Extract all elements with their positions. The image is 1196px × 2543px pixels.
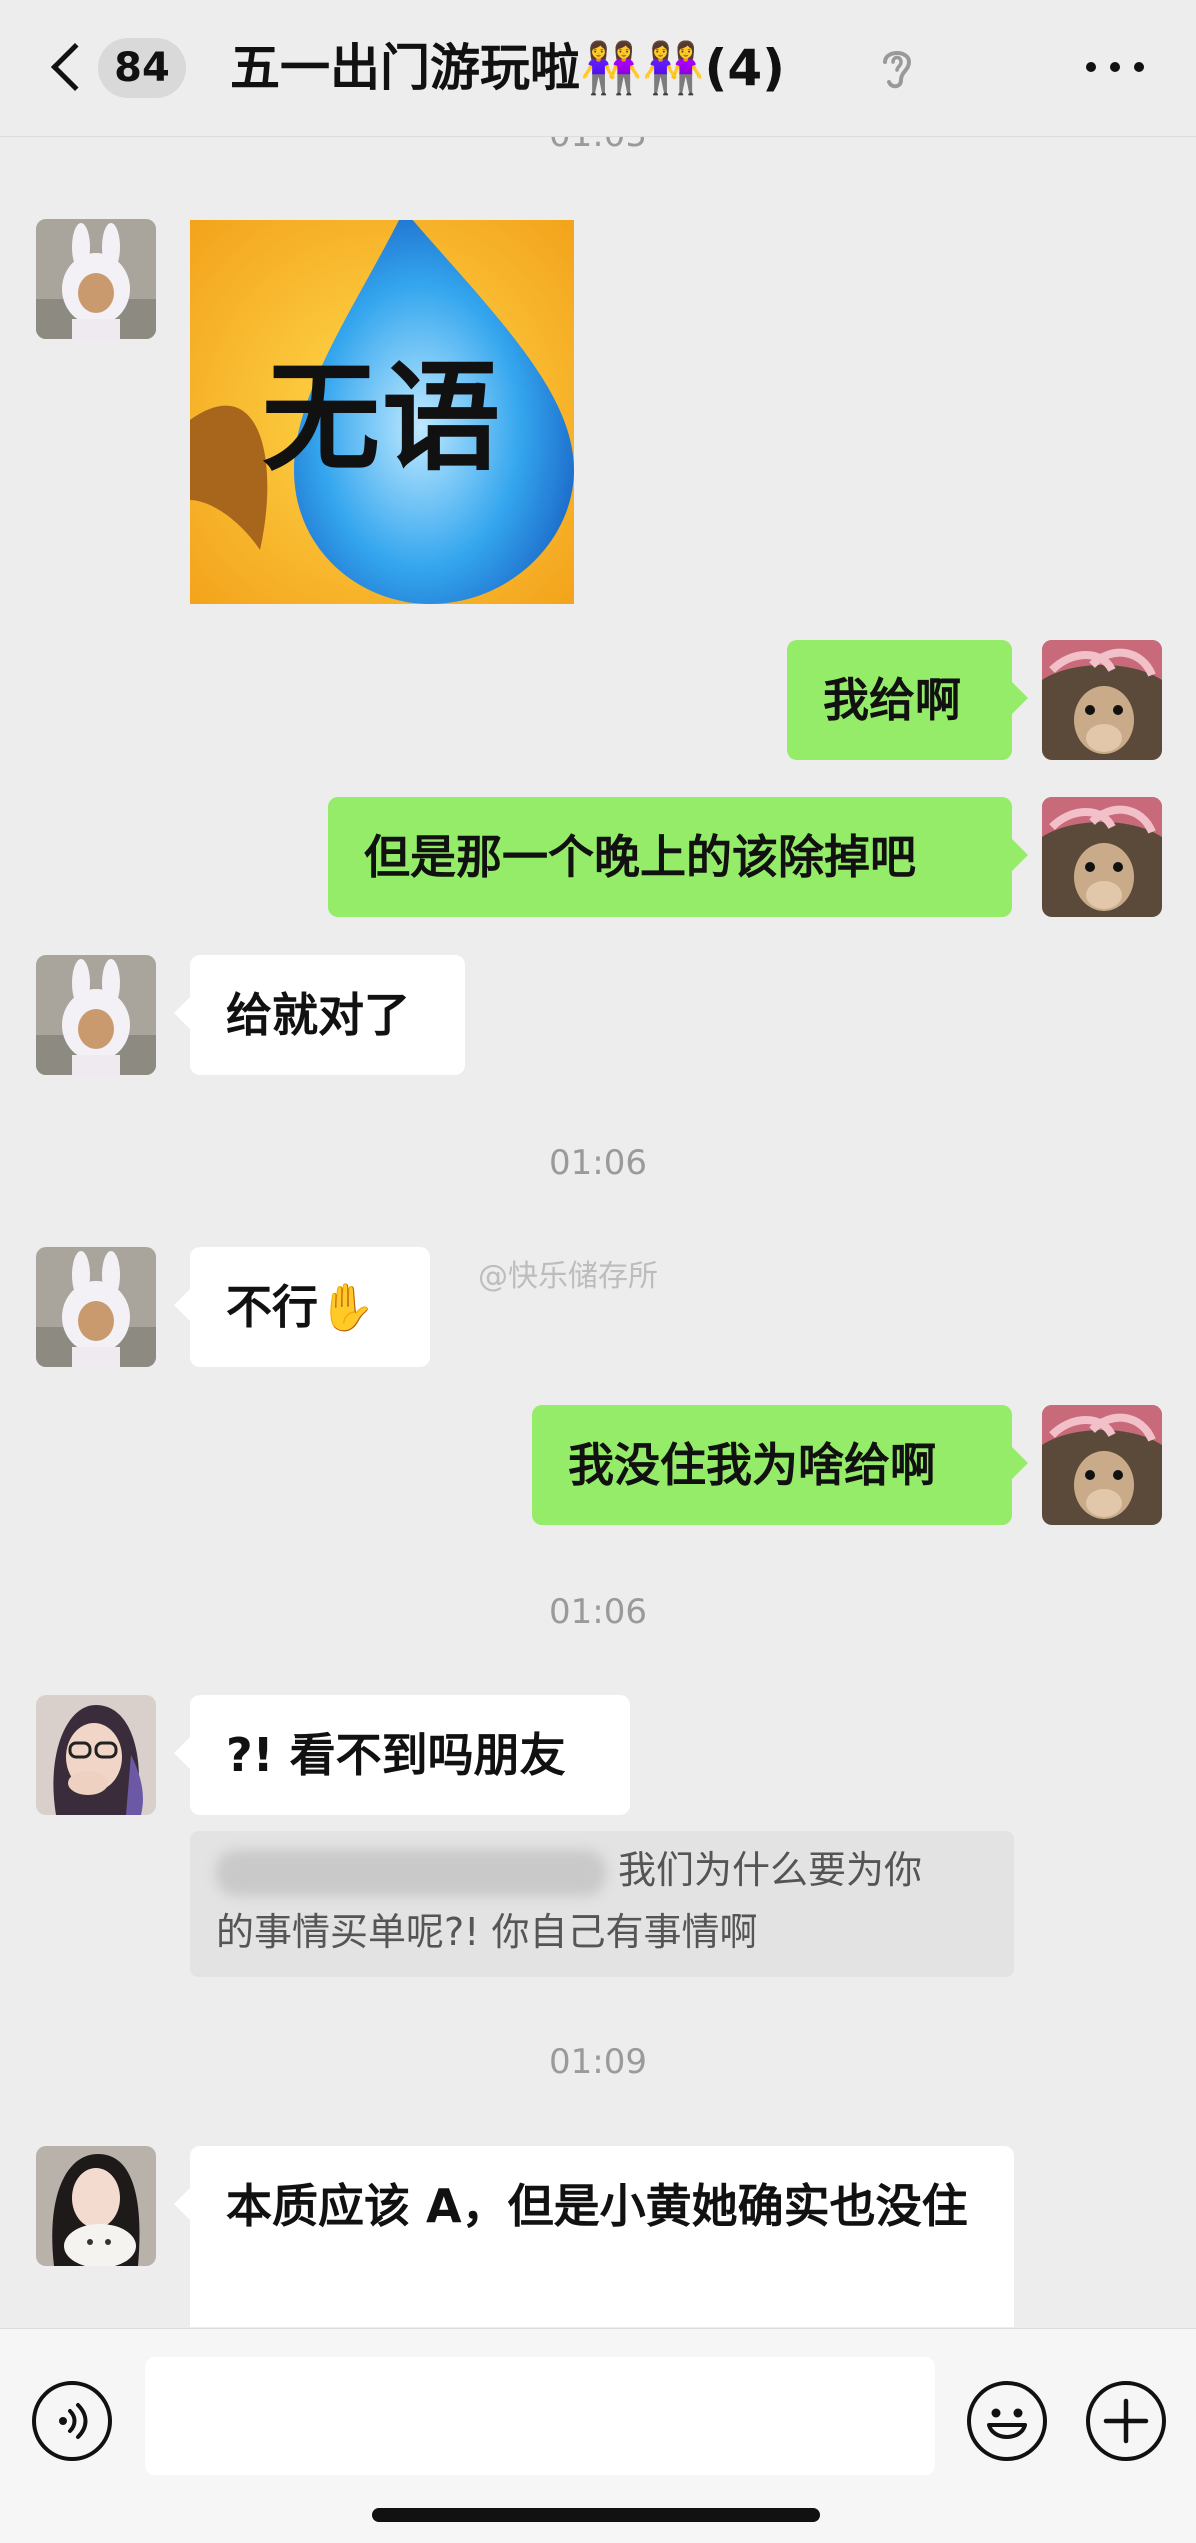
message-in-bubble[interactable]: 给就对了	[174, 955, 465, 1075]
timestamp: 01:06	[549, 1143, 647, 1183]
avatar-girl-glasses[interactable]	[36, 1695, 156, 1815]
chat-title: 五一出门游玩啦👭👭(4)	[230, 30, 890, 106]
watermark: @快乐储存所	[478, 1259, 658, 1294]
ellipsis-dot	[1110, 62, 1120, 72]
more-options-button[interactable]	[1080, 42, 1150, 92]
timestamp: 01:09	[549, 2042, 647, 2082]
blurred-quote-author	[216, 1849, 606, 1896]
chat-header: 84 五一出门游玩啦👭👭(4)	[0, 0, 1196, 137]
avatar-rabbit[interactable]	[36, 1247, 156, 1367]
message-in-bubble[interactable]: 本质应该 A，但是小黄她确实也没住	[174, 2146, 1014, 2327]
message-out-bubble[interactable]: 我给啊	[787, 640, 1028, 760]
plus-icon	[1103, 2398, 1149, 2444]
timestamp: 01:05	[0, 137, 1196, 155]
message-in-bubble[interactable]: ?! 看不到吗朋友	[174, 1695, 630, 1815]
avatar-girl-cat[interactable]	[36, 2146, 156, 2266]
chevron-left-icon	[50, 42, 100, 92]
ellipsis-icon	[1086, 62, 1096, 72]
ellipsis-dot	[1134, 62, 1144, 72]
quote-text-line-1: 我们为什么要为你	[618, 1848, 923, 1892]
ear-icon	[883, 51, 912, 89]
unread-count-badge: 84	[98, 38, 186, 98]
more-actions-button[interactable]	[1086, 2381, 1166, 2461]
quote-text-line-2: 的事情买单呢?! 你自己有事情啊	[216, 1910, 758, 1954]
timestamp: 01:06	[549, 1592, 647, 1632]
voice-icon	[59, 2403, 88, 2439]
message-in-bubble[interactable]: 不行✋	[174, 1247, 430, 1367]
home-indicator[interactable]	[372, 2508, 820, 2522]
quoted-message[interactable]: 我们为什么要为你 的事情买单呢?! 你自己有事情啊	[190, 1831, 1014, 1977]
member-count: (4)	[704, 39, 786, 97]
voice-input-button[interactable]	[32, 2381, 112, 2461]
message-out-bubble[interactable]: 我没住我为啥给啊	[532, 1405, 1028, 1525]
sticker-caption: 无语	[262, 349, 503, 487]
back-button[interactable]: 84	[40, 28, 190, 108]
avatar-rabbit[interactable]	[36, 219, 156, 339]
message-out-bubble[interactable]: 但是那一个晚上的该除掉吧	[328, 797, 1028, 917]
group-name: 五一出门游玩啦👭👭	[230, 39, 705, 97]
avatar-goat[interactable]	[1042, 640, 1162, 760]
emoji-button[interactable]	[967, 2381, 1047, 2461]
message-list[interactable]: 01:05 无语	[0, 137, 1196, 2327]
smiley-icon	[987, 2408, 1027, 2439]
message-input[interactable]	[145, 2357, 935, 2475]
avatar-rabbit[interactable]	[36, 955, 156, 1075]
avatar-goat[interactable]	[1042, 1405, 1162, 1525]
avatar-goat[interactable]	[1042, 797, 1162, 917]
